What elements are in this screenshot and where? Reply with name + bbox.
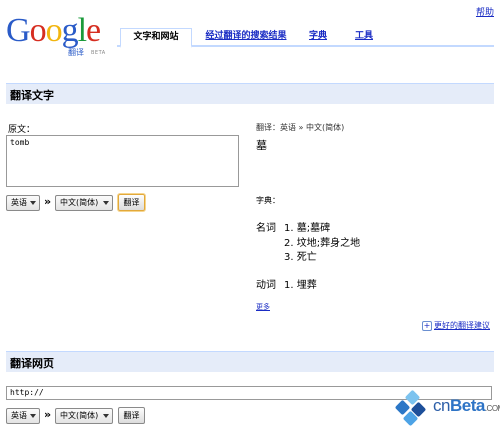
- target-language-value: 中文(简体): [60, 198, 99, 207]
- translation-result: 墓: [256, 139, 267, 152]
- tab-bar: 文字和网站 经过翻译的搜索结果 字典 工具: [117, 28, 494, 48]
- tab-dictionary[interactable]: 字典: [305, 28, 331, 45]
- target-language-select[interactable]: 中文(简体): [55, 195, 113, 211]
- chevron-down-icon: [30, 201, 36, 205]
- source-language-value: 英语: [11, 411, 27, 420]
- definition-item: 1. 墓;墓碑: [284, 223, 331, 234]
- direction-arrow: »: [44, 195, 52, 208]
- source-language-select[interactable]: 英语: [6, 195, 40, 211]
- translate-text-button[interactable]: 翻译: [118, 194, 145, 211]
- cnbeta-watermark: cnBeta.COM: [393, 389, 500, 427]
- direction-arrow: »: [44, 408, 52, 421]
- tab-tools[interactable]: 工具: [351, 28, 377, 45]
- logo-word: Google: [6, 12, 101, 49]
- google-translate-logo[interactable]: Google 翻译 BETA: [6, 12, 110, 58]
- web-source-language-select[interactable]: 英语: [6, 408, 40, 424]
- help-link[interactable]: 帮助: [476, 5, 494, 18]
- plus-icon: +: [422, 321, 432, 331]
- watermark-text: cnBeta.COM: [433, 396, 500, 415]
- translate-web-header: 翻译网页: [6, 351, 494, 372]
- source-textarea[interactable]: tomb: [6, 135, 239, 187]
- section-title: 翻译文字: [10, 89, 54, 102]
- more-link[interactable]: 更多: [256, 302, 270, 312]
- target-language-value: 中文(简体): [60, 411, 99, 420]
- definition-item: 2. 坟地;葬身之地: [284, 238, 361, 249]
- definition-item: 3. 死亡: [284, 252, 317, 263]
- dictionary-label: 字典：: [256, 196, 280, 205]
- part-of-speech-verb: 动词: [256, 280, 276, 291]
- definition-item: 1. 埋葬: [284, 280, 317, 291]
- web-target-language-select[interactable]: 中文(简体): [55, 408, 113, 424]
- better-translation-label[interactable]: 更好的翻译建议: [434, 321, 490, 330]
- beta-badge: BETA: [91, 50, 106, 56]
- translate-text-header: 翻译文字: [6, 83, 494, 104]
- logo-subtitle: 翻译: [68, 48, 84, 57]
- translation-direction: 翻译：英语 » 中文(简体): [256, 123, 345, 132]
- source-language-value: 英语: [11, 198, 27, 207]
- tab-translated-search[interactable]: 经过翻译的搜索结果: [203, 28, 289, 45]
- section-title: 翻译网页: [10, 357, 54, 370]
- tab-text-and-web[interactable]: 文字和网站: [120, 28, 192, 48]
- better-translation-link[interactable]: + 更好的翻译建议: [422, 320, 490, 331]
- translate-web-button[interactable]: 翻译: [118, 407, 145, 424]
- part-of-speech-noun: 名词: [256, 223, 276, 234]
- chevron-down-icon: [103, 201, 109, 205]
- chevron-down-icon: [30, 414, 36, 418]
- source-label: 原文：: [8, 125, 36, 135]
- chevron-down-icon: [103, 414, 109, 418]
